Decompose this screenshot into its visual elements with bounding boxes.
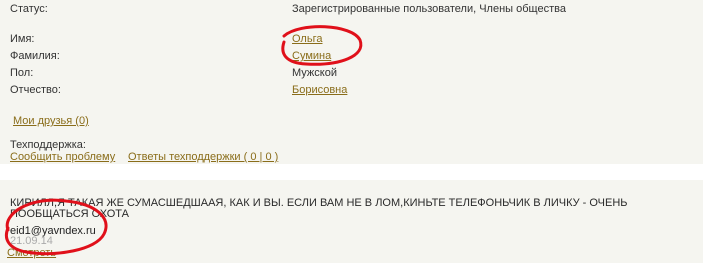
my-friends-link[interactable]: Мои друзья (0): [13, 115, 89, 128]
profile-panel: [0, 0, 703, 164]
first-name-label: Имя:: [10, 33, 35, 45]
comment-text: КИРИЛЛ,Я ТАКАЯ ЖЕ СУМАСШЕДШААЯ, КАК И ВЫ…: [10, 197, 628, 220]
gender-value: Мужской: [292, 67, 337, 79]
report-problem-link[interactable]: Сообщить проблему: [10, 151, 115, 164]
gender-label: Пол:: [10, 67, 34, 79]
view-link[interactable]: Смотреть: [7, 247, 56, 260]
support-answers-link[interactable]: Ответы техподдержки ( 0 | 0 ): [128, 151, 278, 164]
comment-panel: [0, 180, 703, 263]
patronymic-label: Отчество:: [10, 84, 61, 96]
status-label: Статус:: [10, 3, 48, 15]
last-name-link[interactable]: Сумина: [292, 50, 331, 63]
last-name-label: Фамилия:: [10, 50, 60, 62]
status-value: Зарегистрированные пользователи, Члены о…: [292, 3, 566, 15]
comment-date: 21.09.14: [10, 235, 53, 247]
first-name-link[interactable]: Ольга: [292, 33, 322, 46]
patronymic-link[interactable]: Борисовна: [292, 84, 347, 97]
